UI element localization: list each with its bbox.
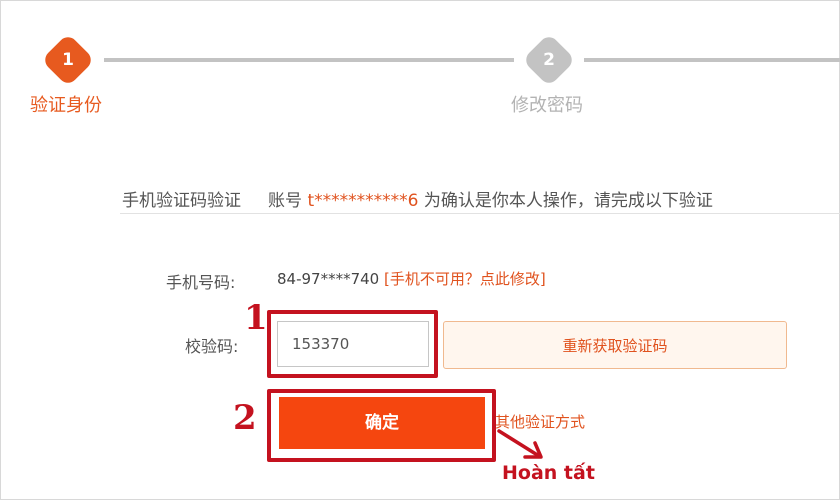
phone-label: 手机号码: xyxy=(166,273,236,292)
phone-row: 84-97****740 [手机不可用？点此修改] xyxy=(277,268,546,289)
verification-header: 手机验证码验证 账号 t***********6 为确认是你本人操作，请完成以下… xyxy=(122,186,713,211)
step-2-number: 2 xyxy=(543,50,555,70)
step-1-label: 验证身份 xyxy=(30,95,102,116)
verify-instruction: 为确认是你本人操作，请完成以下验证 xyxy=(423,191,713,211)
code-label: 校验码: xyxy=(185,337,239,356)
step-connector-line-right xyxy=(584,58,840,62)
annotation-box-1 xyxy=(267,310,438,378)
masked-account: t***********6 xyxy=(307,191,419,211)
resend-code-button[interactable]: 重新获取验证码 xyxy=(443,321,787,369)
step-connector-line xyxy=(104,58,514,62)
header-divider xyxy=(120,213,840,214)
annotation-number-2: 2 xyxy=(233,398,257,438)
annotation-done-label: Hoàn tất xyxy=(502,462,595,484)
annotation-box-2 xyxy=(267,389,496,462)
annotation-arrow-icon xyxy=(497,429,543,459)
step-2-label: 修改密码 xyxy=(511,95,583,116)
change-phone-link[interactable]: [手机不可用？点此修改] xyxy=(384,270,546,288)
annotation-number-1: 1 xyxy=(244,298,268,338)
phone-number: 84-97****740 xyxy=(277,270,380,288)
step-1-number: 1 xyxy=(62,50,74,70)
verify-method-title: 手机验证码验证 xyxy=(122,191,241,211)
account-label: 账号 xyxy=(268,191,303,211)
